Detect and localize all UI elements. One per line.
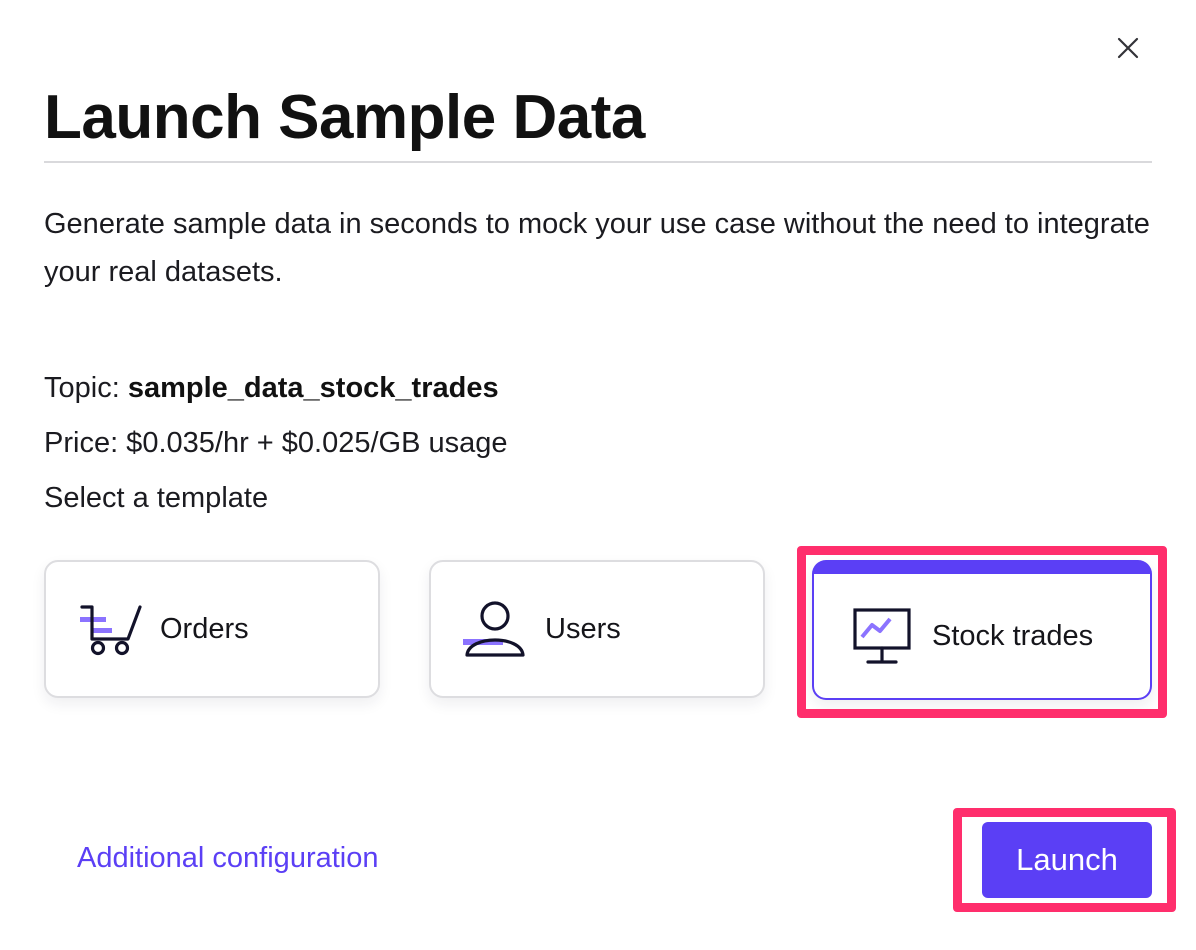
template-card-orders[interactable]: Orders bbox=[44, 560, 380, 698]
template-card-stock-trades[interactable]: Stock trades bbox=[812, 560, 1152, 700]
close-icon bbox=[1117, 37, 1139, 59]
user-icon bbox=[461, 599, 529, 659]
chart-monitor-icon bbox=[852, 607, 912, 665]
launch-button[interactable]: Launch bbox=[982, 822, 1152, 898]
select-template-label: Select a template bbox=[44, 482, 269, 514]
template-label-stock-trades: Stock trades bbox=[932, 619, 1094, 652]
shopping-cart-icon bbox=[78, 601, 144, 657]
close-button[interactable] bbox=[1110, 30, 1146, 66]
topic-value: sample_data_stock_trades bbox=[127, 372, 499, 404]
dialog-title: Launch Sample Data bbox=[44, 83, 645, 152]
template-label-orders: Orders bbox=[160, 612, 249, 645]
template-card-users[interactable]: Users bbox=[429, 560, 765, 698]
topic-label: Topic: bbox=[44, 372, 120, 404]
topic-line: Topic: sample_data_stock_trades bbox=[44, 372, 499, 405]
title-divider bbox=[44, 161, 1152, 163]
additional-configuration-link[interactable]: Additional configuration bbox=[77, 842, 378, 875]
price-line: Price: $0.035/hr + $0.025/GB usage bbox=[44, 427, 508, 459]
template-label-users: Users bbox=[545, 612, 621, 645]
dialog-description: Generate sample data in seconds to mock … bbox=[44, 208, 1150, 288]
